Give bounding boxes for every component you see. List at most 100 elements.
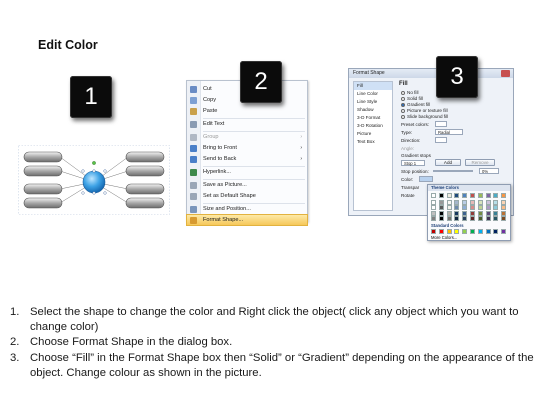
color-swatch[interactable] [431, 210, 436, 216]
color-swatch[interactable] [470, 193, 475, 198]
menu-item-format-shape[interactable]: Format Shape... [186, 214, 308, 226]
color-swatch[interactable] [462, 199, 468, 205]
color-swatch[interactable] [493, 210, 499, 216]
color-swatch[interactable] [438, 205, 444, 211]
submenu-arrow-icon: › [300, 156, 302, 162]
standard-color-swatch[interactable] [446, 229, 452, 234]
stop-position-input[interactable]: 0% [479, 168, 499, 174]
color-swatch[interactable] [438, 193, 444, 198]
color-swatch[interactable] [501, 205, 507, 211]
standard-color-swatch[interactable] [493, 229, 499, 234]
radio-no-fill[interactable]: No fill [401, 90, 419, 95]
color-swatch[interactable] [477, 205, 483, 211]
stop-position-slider[interactable] [433, 170, 473, 172]
color-swatch[interactable] [470, 205, 475, 211]
sidebar-item-picture[interactable]: Picture [354, 130, 392, 138]
color-swatch[interactable] [462, 193, 468, 198]
sidebar-item-line-color[interactable]: Line Color [354, 90, 392, 98]
color-swatch[interactable] [438, 210, 444, 216]
color-dropdown[interactable] [419, 176, 433, 182]
sidebar-item-text-box[interactable]: Text Box [354, 138, 392, 146]
color-swatch[interactable] [446, 216, 452, 222]
standard-color-swatch[interactable] [485, 229, 491, 234]
color-swatch[interactable] [470, 216, 475, 222]
color-swatch[interactable] [462, 205, 468, 211]
menu-item-set-as-default-shape[interactable]: Set as Default Shape [187, 191, 307, 201]
color-swatch[interactable] [431, 205, 436, 211]
menu-item-hyperlink[interactable]: Hyperlink... [187, 167, 307, 177]
standard-color-swatch[interactable] [438, 229, 444, 234]
color-swatch[interactable] [477, 216, 483, 222]
color-swatch[interactable] [485, 216, 491, 222]
sidebar-item-3d-format[interactable]: 3-D Format [354, 114, 392, 122]
standard-color-swatch[interactable] [431, 229, 436, 234]
color-swatch[interactable] [501, 193, 507, 198]
color-swatch[interactable] [493, 205, 499, 211]
color-swatch[interactable] [501, 210, 507, 216]
color-swatch[interactable] [454, 205, 460, 211]
color-swatch[interactable] [431, 199, 436, 205]
instructions-list: 1. Select the shape to change the color a… [10, 305, 550, 381]
standard-color-swatch[interactable] [477, 229, 483, 234]
color-swatch[interactable] [454, 199, 460, 205]
menu-item-size-and-position[interactable]: Size and Position... [187, 204, 307, 214]
color-swatch[interactable] [477, 193, 483, 198]
color-swatch[interactable] [485, 205, 491, 211]
remove-stop-button[interactable]: Remove [465, 159, 495, 166]
color-swatch[interactable] [493, 199, 499, 205]
radio-background-fill[interactable]: Slide background fill [401, 114, 448, 119]
more-colors-link[interactable]: More Colors... [431, 235, 457, 240]
color-swatch[interactable] [431, 193, 436, 198]
color-swatch[interactable] [454, 193, 460, 198]
color-swatch[interactable] [446, 205, 452, 211]
menu-item-icon [190, 144, 197, 152]
menu-item-bring-to-front[interactable]: Bring to Front › [187, 143, 307, 153]
preset-colors-button[interactable] [435, 121, 447, 127]
color-swatch[interactable] [470, 210, 475, 216]
color-swatch[interactable] [470, 199, 475, 205]
menu-item-icon [190, 181, 197, 189]
sidebar-item-line-style[interactable]: Line Style [354, 98, 392, 106]
color-swatch[interactable] [477, 199, 483, 205]
color-swatch[interactable] [446, 193, 452, 198]
radio-gradient-fill[interactable]: Gradient fill [401, 102, 430, 107]
color-swatch[interactable] [501, 216, 507, 222]
color-swatch[interactable] [454, 216, 460, 222]
menu-item-paste[interactable]: Paste [187, 106, 307, 116]
menu-item-save-as-picture[interactable]: Save as Picture... [187, 180, 307, 190]
color-swatch[interactable] [493, 216, 499, 222]
color-swatch[interactable] [493, 193, 499, 198]
standard-color-swatch[interactable] [470, 229, 475, 234]
color-swatch[interactable] [438, 199, 444, 205]
color-swatch[interactable] [438, 216, 444, 222]
radio-picture-fill[interactable]: Picture or texture fill [401, 108, 448, 113]
color-swatch[interactable] [477, 210, 483, 216]
sidebar-item-shadow[interactable]: Shadow [354, 106, 392, 114]
color-swatch[interactable] [485, 210, 491, 216]
menu-item-send-to-back[interactable]: Send to Back › [187, 154, 307, 164]
color-swatch[interactable] [462, 216, 468, 222]
direction-button[interactable] [435, 137, 447, 143]
color-swatch[interactable] [485, 199, 491, 205]
menu-item-edit-text[interactable]: Edit Text [187, 119, 307, 129]
standard-color-swatch[interactable] [462, 229, 468, 234]
shape-diagram[interactable] [18, 145, 170, 215]
stop-select[interactable]: Stop 1 [401, 160, 425, 166]
add-stop-button[interactable]: Add [435, 159, 461, 166]
type-select[interactable]: Radial [435, 129, 463, 135]
transparency-label: Transpar [401, 185, 420, 190]
color-swatch[interactable] [446, 199, 452, 205]
color-swatch[interactable] [485, 193, 491, 198]
close-icon[interactable] [501, 70, 510, 77]
color-swatch[interactable] [431, 216, 436, 222]
standard-color-swatch[interactable] [454, 229, 460, 234]
color-swatch[interactable] [446, 210, 452, 216]
standard-color-swatch[interactable] [501, 229, 507, 234]
sidebar-item-fill[interactable]: Fill [354, 82, 392, 90]
color-swatch[interactable] [454, 210, 460, 216]
radio-solid-fill[interactable]: Solid fill [401, 96, 423, 101]
color-swatch[interactable] [501, 199, 507, 205]
sidebar-item-3d-rotation[interactable]: 3-D Rotation [354, 122, 392, 130]
color-swatch[interactable] [462, 210, 468, 216]
menu-item-group[interactable]: Group › [187, 132, 307, 142]
